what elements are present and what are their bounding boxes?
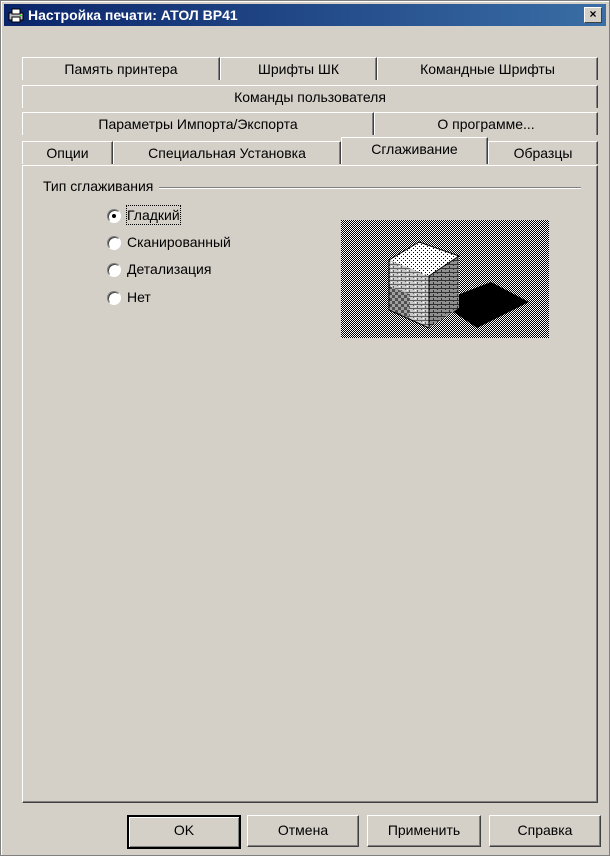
- tab-import-export[interactable]: Параметры Импорта/Экспорта: [22, 112, 374, 135]
- radio-label: Гладкий: [126, 205, 181, 225]
- print-settings-dialog: Настройка печати: АТОЛ BP41 × Память при…: [0, 0, 610, 856]
- smoothing-group-label: Тип сглаживания: [43, 178, 160, 194]
- radio-circle: [107, 263, 121, 277]
- tab-command-fonts[interactable]: Командные Шрифты: [377, 57, 598, 80]
- smoothing-preview-image: [341, 220, 549, 338]
- radio-circle: [107, 209, 121, 223]
- radio-label: Нет: [127, 289, 151, 305]
- apply-button[interactable]: Применить: [367, 815, 481, 847]
- window-title: Настройка печати: АТОЛ BP41: [28, 7, 238, 23]
- ok-button[interactable]: OK: [127, 815, 241, 849]
- radio-label: Сканированный: [127, 234, 231, 250]
- tab-user-commands[interactable]: Команды пользователя: [22, 85, 598, 108]
- help-button[interactable]: Справка: [489, 815, 601, 847]
- tab-special-setup[interactable]: Специальная Установка: [113, 141, 341, 164]
- smoothing-panel: Тип сглаживания Гладкий Сканированный Де…: [22, 165, 598, 803]
- radio-circle: [107, 291, 121, 305]
- tab-samples[interactable]: Образцы: [488, 141, 598, 164]
- tab-smoothing[interactable]: Сглаживание: [341, 137, 488, 164]
- close-button[interactable]: ×: [584, 7, 602, 23]
- radio-label: Детализация: [127, 261, 212, 277]
- cancel-button[interactable]: Отмена: [247, 815, 359, 847]
- radio-selected-dot: [112, 214, 116, 218]
- tab-options[interactable]: Опции: [22, 141, 113, 164]
- tab-barcode-fonts[interactable]: Шрифты ШК: [220, 57, 377, 80]
- printer-icon: [8, 8, 24, 23]
- tab-printer-memory[interactable]: Память принтера: [22, 57, 220, 80]
- title-bar[interactable]: Настройка печати: АТОЛ BP41 ×: [4, 4, 606, 26]
- tab-about[interactable]: О программе...: [374, 112, 598, 135]
- radio-circle: [107, 236, 121, 250]
